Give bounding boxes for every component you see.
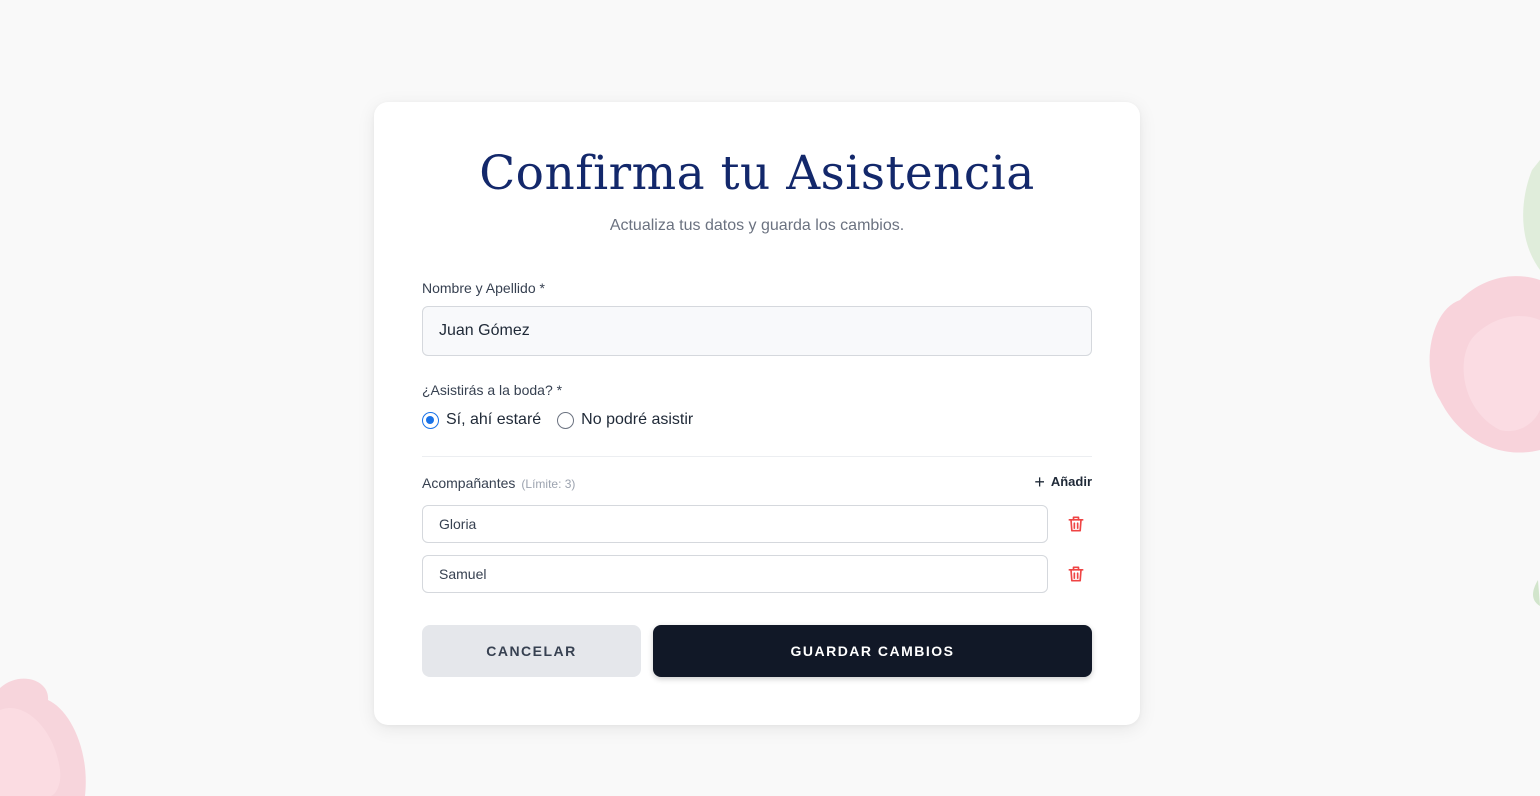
page-subtitle: Actualiza tus datos y guarda los cambios… — [609, 217, 905, 234]
save-changes-button[interactable]: GUARDAR CAMBIOS — [653, 625, 1092, 677]
add-companion-button[interactable]: + Añadir — [1034, 471, 1092, 492]
trash-icon[interactable] — [1066, 564, 1086, 584]
page-title: Confirma tu Asistencia — [479, 146, 1035, 201]
page-background: Confirma tu Asistencia Actualiza tus dat… — [0, 0, 1540, 796]
radio-no[interactable] — [557, 411, 575, 429]
attend-label: ¿Asistirás a la boda? * — [422, 382, 563, 398]
attend-yes-option[interactable]: Sí, ahí estaré — [422, 411, 541, 429]
name-label: Nombre y Apellido * — [422, 280, 545, 296]
plus-icon: + — [1034, 471, 1045, 492]
attend-no-option[interactable]: No podré asistir — [557, 411, 693, 429]
companion-input-2[interactable] — [422, 555, 1048, 593]
companions-title: Acompañantes — [422, 475, 516, 491]
cancel-button[interactable]: CANCELAR — [422, 625, 641, 677]
flower-petal-decoration — [1429, 160, 1540, 606]
attend-no-label: No podré asistir — [581, 411, 694, 428]
section-divider — [422, 456, 1092, 457]
attend-yes-label: Sí, ahí estaré — [446, 411, 542, 428]
add-companion-label: Añadir — [1050, 474, 1092, 489]
flower-petal-decoration-left — [0, 678, 86, 796]
rsvp-card: Confirma tu Asistencia Actualiza tus dat… — [374, 102, 1140, 725]
companions-limit: (Límite: 3) — [521, 477, 576, 491]
name-input[interactable] — [422, 306, 1092, 356]
attend-radio-group: Sí, ahí estaré No podré asistir — [422, 408, 693, 432]
radio-yes[interactable] — [422, 411, 439, 429]
trash-icon[interactable] — [1066, 514, 1086, 534]
companion-input-1[interactable] — [422, 505, 1048, 543]
companion-row — [422, 505, 1092, 543]
companion-row — [422, 555, 1092, 593]
companions-label: Acompañantes (Límite: 3) — [422, 475, 575, 491]
